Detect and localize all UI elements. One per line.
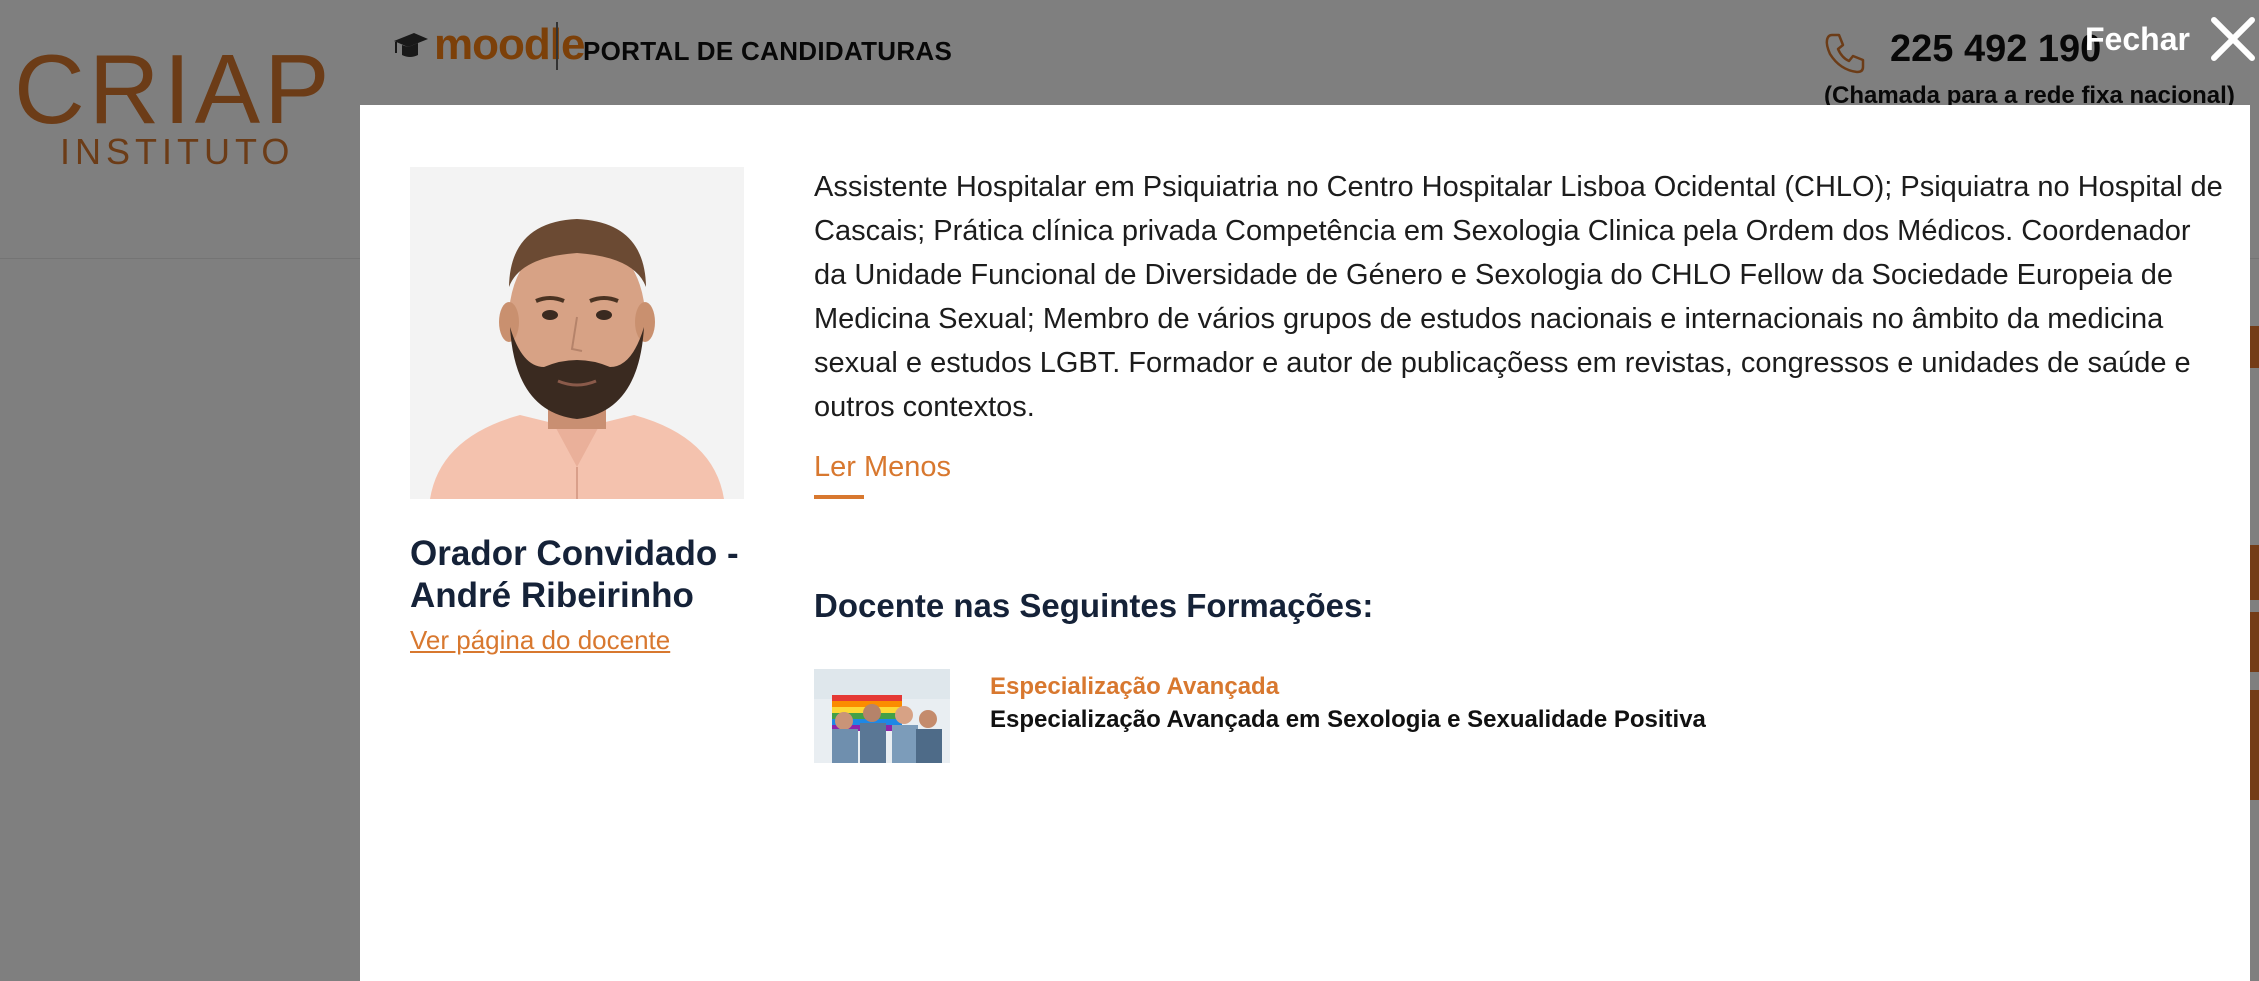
close-label: Fechar xyxy=(2085,20,2190,57)
speaker-name: Orador Convidado - André Ribeirinho xyxy=(410,534,739,615)
courses-heading: Docente nas Seguintes Formações: xyxy=(814,587,1374,624)
speaker-bio: Assistente Hospitalar em Psiquiatria no … xyxy=(814,171,2223,423)
course-title[interactable]: Especialização Avançada em Sexologia e S… xyxy=(990,706,1706,734)
speaker-modal: Orador Convidado - André Ribeirinho Ver … xyxy=(360,105,2250,981)
close-icon xyxy=(2210,17,2255,61)
speaker-portrait xyxy=(410,167,744,499)
course-thumbnail-image xyxy=(814,669,950,763)
speaker-photo xyxy=(410,167,744,499)
course-thumbnail xyxy=(814,669,950,763)
read-less-link[interactable]: Ler Menos xyxy=(814,451,951,484)
teacher-page-link[interactable]: Ver página do docente xyxy=(410,625,670,656)
course-item[interactable]: Especialização Avançada Especialização A… xyxy=(814,669,2114,763)
close-button[interactable]: Fechar xyxy=(2085,16,2256,62)
course-category: Especialização Avançada xyxy=(990,673,1280,700)
read-less-underline xyxy=(814,495,864,499)
